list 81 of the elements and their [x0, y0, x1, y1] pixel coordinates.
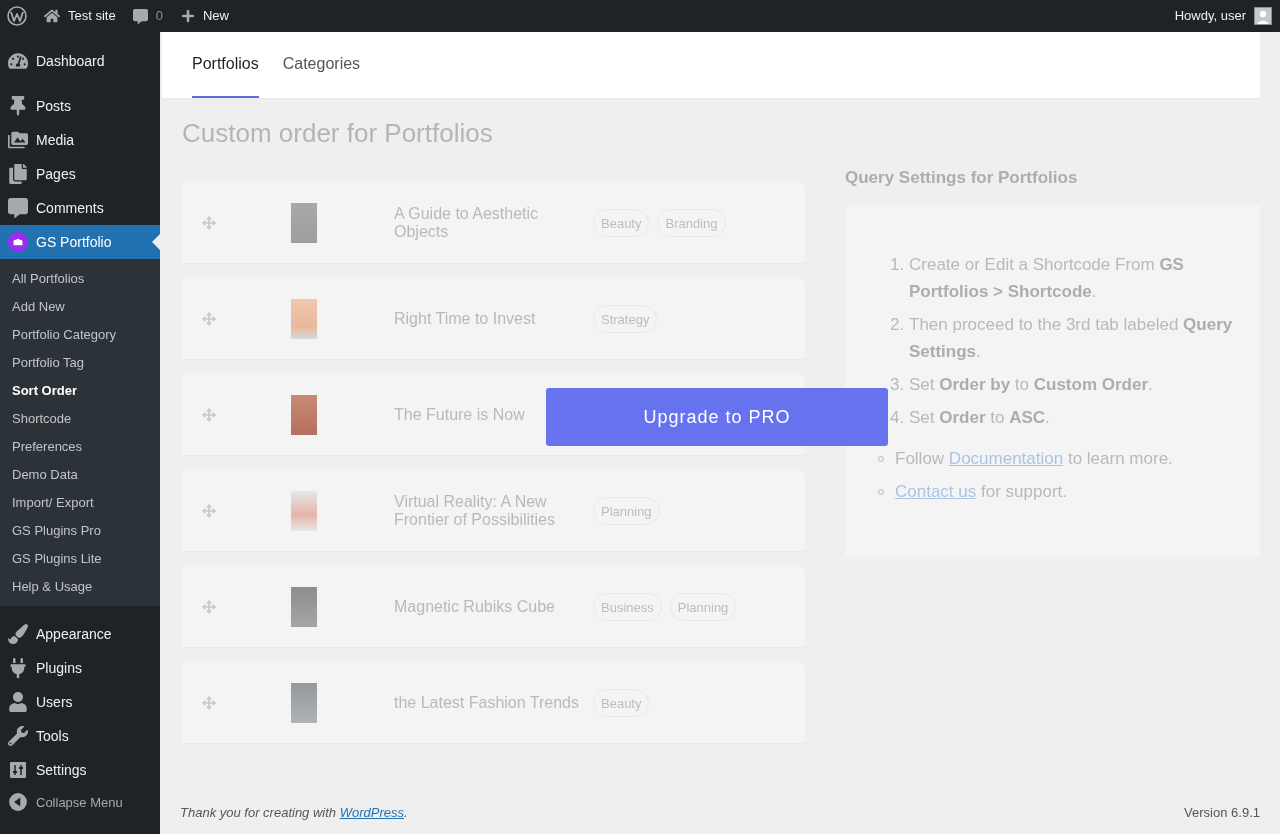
submenu-item[interactable]: Preferences — [0, 432, 160, 460]
submenu-item[interactable]: Shortcode — [0, 404, 160, 432]
step-text: Set Order by to Custom Order. — [909, 374, 1153, 396]
plug-icon — [8, 658, 28, 678]
photo-placeholder — [291, 299, 317, 339]
tab[interactable]: Portfolios — [192, 32, 259, 98]
paintbrush-icon — [8, 624, 28, 644]
menu-item[interactable]: Pages — [0, 157, 160, 191]
speech-bubble-icon — [132, 8, 148, 24]
step-number: 4. — [890, 407, 906, 429]
collapse-menu-button[interactable]: Collapse Menu — [0, 787, 160, 817]
home-icon — [44, 8, 60, 24]
avatar-icon — [1254, 7, 1272, 25]
submenu-item[interactable]: GS Plugins Pro — [0, 516, 160, 544]
speech-bubble-icon — [8, 198, 28, 218]
step-number: 2. — [890, 314, 906, 336]
pin-icon — [8, 96, 28, 116]
item-title: the Latest Fashion Trends — [394, 694, 580, 712]
comments-link[interactable]: 0 — [132, 0, 163, 32]
step-text: Then proceed to the 3rd tab labeled Query Settings. — [909, 314, 1234, 363]
step-number: 3. — [890, 374, 906, 396]
plus-icon — [180, 9, 195, 23]
menu-item[interactable]: Users — [0, 685, 160, 719]
photo-placeholder — [291, 203, 317, 243]
submenu-item[interactable]: Add New — [0, 292, 160, 320]
upgrade-button[interactable]: Upgrade to PRO — [546, 388, 888, 446]
photo-placeholder — [291, 587, 317, 627]
move-icon[interactable] — [202, 696, 216, 710]
menu-item[interactable]: Appearance — [0, 617, 160, 651]
section-heading: Query Settings for Portfolios — [845, 168, 1079, 188]
submenu-item[interactable]: Portfolio Tag — [0, 348, 160, 376]
documents-icon — [8, 164, 28, 184]
move-icon[interactable] — [202, 504, 216, 518]
menu-item[interactable]: Media — [0, 123, 160, 157]
step-text: Create or Edit a Shortcode From GS Portfolios > Shortcode. — [909, 254, 1185, 303]
submenu-item[interactable]: GS Plugins Lite — [0, 544, 160, 572]
wordpress-link[interactable]: WordPress — [339, 805, 404, 820]
new-link[interactable]: New — [180, 0, 229, 32]
menu-item[interactable]: Dashboard — [0, 44, 160, 78]
submenu-item[interactable]: Demo Data — [0, 460, 160, 488]
menu-item[interactable]: GS Portfolio — [0, 225, 160, 259]
move-icon[interactable] — [202, 408, 216, 422]
menu-item[interactable]: Plugins — [0, 651, 160, 685]
item-title: Right Time to Invest — [394, 310, 537, 328]
item-title: Magnetic Rubiks Cube — [394, 598, 556, 616]
site-link[interactable]: Test site — [44, 0, 116, 32]
note-text: Contact us for support. — [895, 481, 1067, 503]
page-title: Custom order for Portfolios — [182, 117, 494, 149]
submenu-item[interactable]: Portfolio Category — [0, 320, 160, 348]
menu-item[interactable]: Tools — [0, 719, 160, 753]
left-arrow-circle-icon — [8, 792, 28, 812]
account-link[interactable]: Howdy, user — [1174, 0, 1272, 32]
gauge-icon — [8, 51, 28, 71]
note-text: Follow Documentation to learn more. — [895, 448, 1173, 470]
wrench-icon — [8, 726, 28, 746]
footer-credit: Thank you for creating with WordPress. — [180, 804, 408, 822]
submenu-item[interactable]: Sort Order — [0, 376, 160, 404]
step-text: Set Order to ASC. — [909, 407, 1050, 429]
move-icon[interactable] — [202, 312, 216, 326]
photo-placeholder — [291, 491, 317, 531]
images-icon — [8, 130, 28, 150]
menu-item[interactable]: Posts — [0, 89, 160, 123]
photo-placeholder — [291, 683, 317, 723]
move-icon[interactable] — [202, 600, 216, 614]
sliders-icon — [8, 760, 28, 780]
move-icon[interactable] — [202, 216, 216, 230]
submenu-item[interactable]: Help & Usage — [0, 572, 160, 600]
menu-item[interactable]: Settings — [0, 753, 160, 787]
app-logo-icon — [8, 232, 28, 252]
photo-placeholder — [291, 395, 317, 435]
user-icon — [8, 692, 28, 712]
submenu-item[interactable]: All Portfolios — [0, 264, 160, 292]
version-text: Version 6.9.1 — [1184, 804, 1260, 822]
tab[interactable]: Categories — [282, 32, 361, 98]
step-number: 1. — [890, 254, 906, 276]
submenu-item[interactable]: Import/ Export — [0, 488, 160, 516]
menu-item[interactable]: Comments — [0, 191, 160, 225]
item-title: A Guide to Aesthetic Objects — [394, 205, 540, 241]
item-title: Virtual Reality: A New Frontier of Possibilities — [394, 493, 556, 529]
item-title: The Future is Now — [394, 406, 526, 424]
logo-icon — [7, 6, 27, 26]
